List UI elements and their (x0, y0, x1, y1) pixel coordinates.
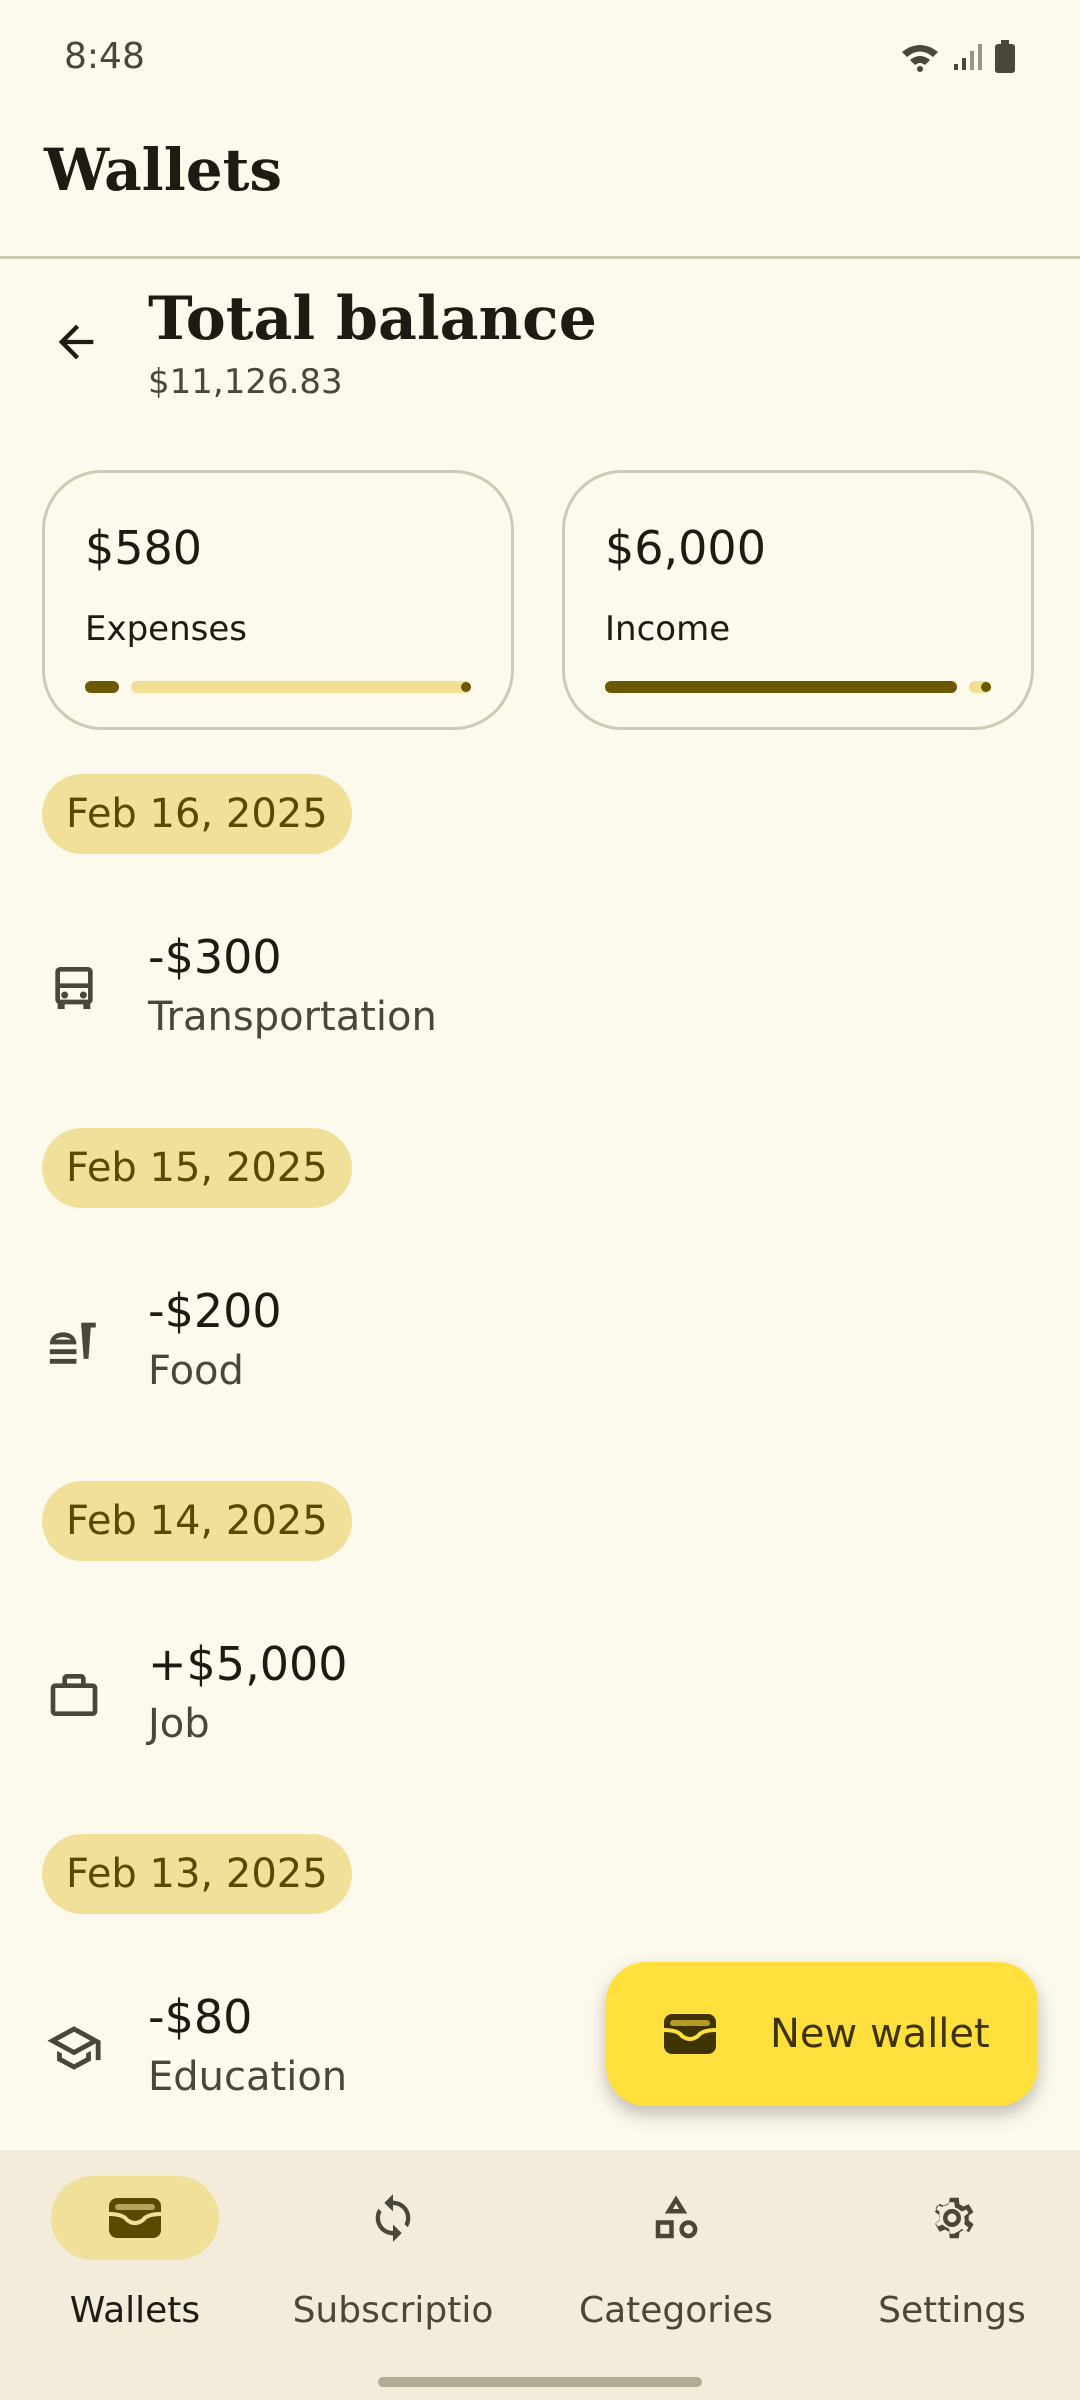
progress-fill (85, 681, 119, 693)
transaction-amount: +$5,000 (148, 1637, 348, 1691)
page-title: Wallets (44, 136, 283, 204)
nav-item-categories[interactable]: Categories (541, 2176, 811, 2336)
briefcase-icon (40, 1661, 108, 1729)
progress-end-dot (981, 682, 991, 692)
progress-fill (605, 681, 957, 693)
progress-end-dot (461, 682, 471, 692)
bottom-navigation: Wallets Subscriptio Categories Settings (0, 2150, 1080, 2400)
expenses-label: Expenses (85, 609, 247, 649)
nav-indicator (592, 2176, 760, 2260)
fastfood-icon (40, 1308, 108, 1376)
nav-label: Settings (878, 2290, 1026, 2331)
income-label: Income (605, 609, 731, 649)
status-time: 8:48 (64, 36, 145, 77)
expenses-card[interactable]: $580 Expenses (42, 470, 514, 730)
status-icons (900, 40, 1016, 74)
balance-title: Total balance (148, 284, 597, 354)
graduation-cap-icon (40, 2014, 108, 2082)
nav-label: Subscriptio (292, 2290, 494, 2331)
bus-icon (40, 954, 108, 1022)
transaction-row[interactable]: -$200 Food (0, 1264, 1080, 1414)
expenses-amount: $580 (85, 521, 203, 575)
date-chip: Feb 13, 2025 (42, 1834, 352, 1914)
income-progress (605, 681, 991, 693)
balance-value: $11,126.83 (148, 362, 343, 402)
transaction-amount: -$300 (148, 930, 282, 984)
new-wallet-button[interactable]: New wallet (606, 1962, 1038, 2106)
nav-label: Wallets (69, 2290, 201, 2331)
refresh-icon (375, 2194, 411, 2242)
top-app-bar: Wallets (0, 120, 1080, 259)
status-bar: 8:48 (0, 0, 1080, 120)
balance-header: Total balance $11,126.83 (0, 270, 1080, 420)
battery-icon (994, 40, 1016, 74)
nav-indicator (51, 2176, 219, 2260)
nav-item-subscriptions[interactable]: Subscriptio (258, 2176, 528, 2336)
signal-icon (952, 42, 982, 72)
income-card[interactable]: $6,000 Income (562, 470, 1034, 730)
wallet-icon (660, 2004, 720, 2064)
shapes-icon (655, 2195, 698, 2239)
nav-indicator (309, 2176, 477, 2260)
transaction-category: Job (148, 1701, 210, 1747)
progress-track (131, 681, 471, 693)
transaction-amount: -$80 (148, 1990, 253, 2044)
transaction-category: Food (148, 1348, 244, 1394)
income-amount: $6,000 (605, 521, 766, 575)
home-indicator (378, 2377, 702, 2387)
transaction-amount: -$200 (148, 1284, 282, 1338)
nav-item-wallets[interactable]: Wallets (0, 2176, 270, 2336)
transaction-category: Education (148, 2054, 348, 2100)
date-chip: Feb 16, 2025 (42, 774, 352, 854)
nav-indicator (868, 2176, 1036, 2260)
arrow-back-icon (58, 324, 94, 360)
nav-item-settings[interactable]: Settings (817, 2176, 1080, 2336)
back-button[interactable] (44, 310, 108, 374)
transaction-row[interactable]: -$300 Transportation (0, 910, 1080, 1060)
expenses-progress (85, 681, 471, 693)
date-chip: Feb 15, 2025 (42, 1128, 352, 1208)
wallet-icon (108, 2198, 162, 2238)
transaction-row[interactable]: +$5,000 Job (0, 1617, 1080, 1767)
date-chip: Feb 14, 2025 (42, 1481, 352, 1561)
wifi-icon (900, 42, 940, 72)
gear-icon (934, 2197, 974, 2239)
nav-label: Categories (578, 2290, 774, 2331)
transaction-category: Transportation (148, 994, 437, 1040)
new-wallet-label: New wallet (770, 2011, 990, 2057)
